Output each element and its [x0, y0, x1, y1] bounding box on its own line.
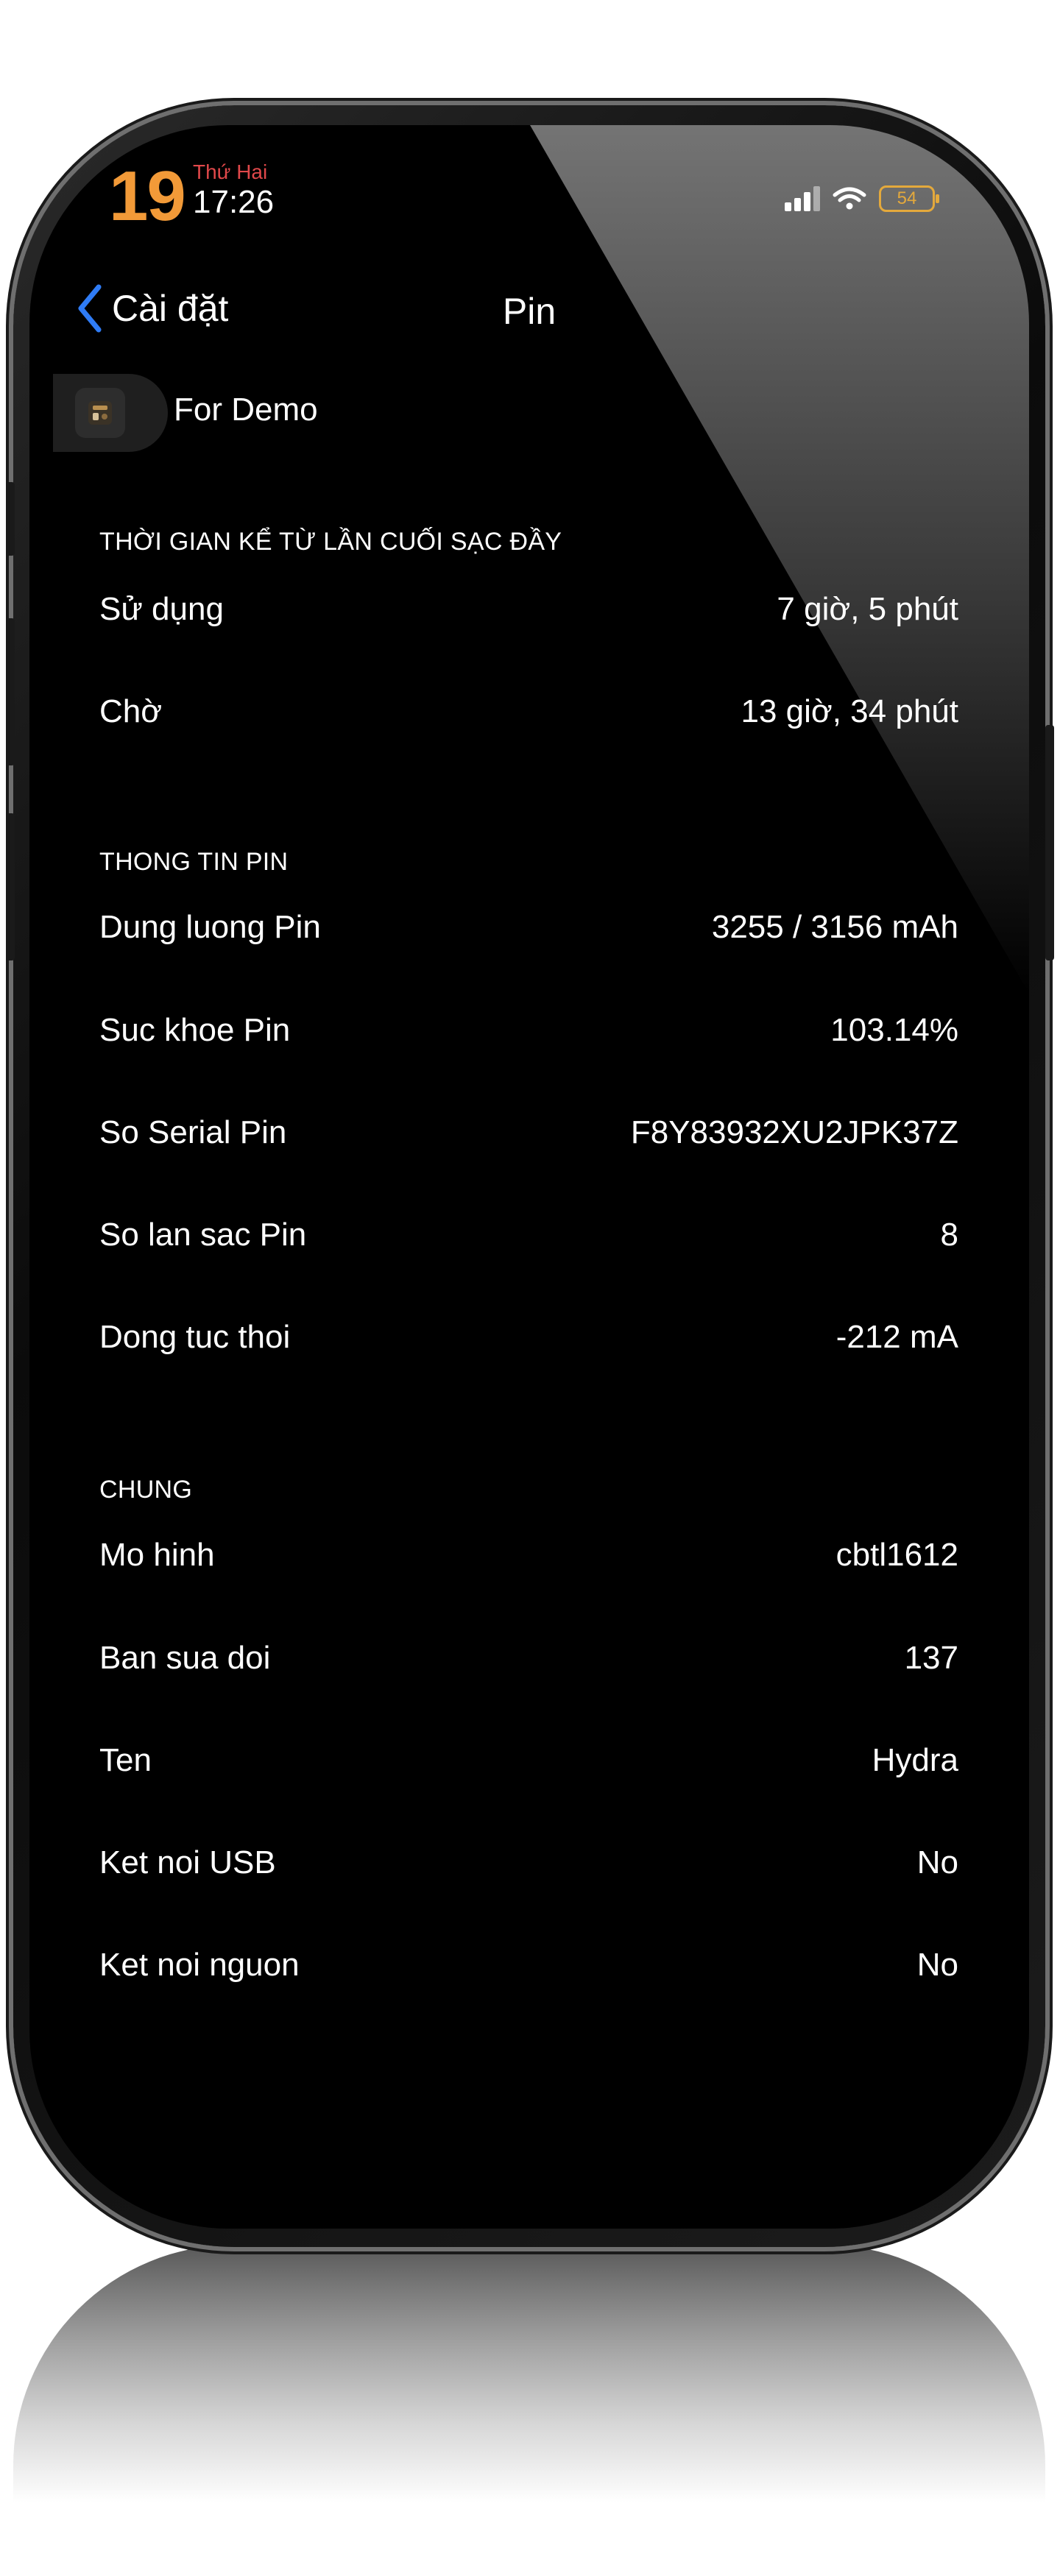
list-item: Dong tuc thoi -212 mA — [99, 1286, 958, 1388]
power-button — [1045, 725, 1054, 960]
row-value: F8Y83932XU2JPK37Z — [630, 1114, 958, 1150]
volume-up-button — [6, 618, 15, 765]
silent-switch — [6, 482, 15, 556]
row-label: Dong tuc thoi — [99, 1318, 291, 1355]
row-label: Ten — [99, 1741, 152, 1778]
row-value: cbtl1612 — [835, 1537, 958, 1573]
page-title: Pin — [502, 291, 556, 332]
phone-reflection — [13, 2245, 1045, 2502]
usage-section: THỜI GIAN KỂ TỪ LẦN CUỐI SẠC ĐẦY Sử dụng… — [99, 520, 958, 761]
status-time: 17:26 — [193, 184, 275, 220]
battery-level: 54 — [897, 188, 917, 208]
wifi-icon — [833, 187, 866, 210]
tweak-banner-label: For Demo — [174, 392, 318, 428]
list-item: Ban sua doi 137 — [99, 1607, 958, 1709]
app-icon — [75, 388, 125, 438]
row-label: Dung luong Pin — [99, 909, 321, 945]
list-item: Sử dụng 7 giờ, 5 phút — [99, 556, 958, 662]
battery-icon: 54 — [879, 185, 939, 212]
row-value: 13 giờ, 34 phút — [741, 693, 958, 729]
row-value: 103.14% — [830, 1011, 958, 1048]
row-value: 8 — [940, 1216, 958, 1253]
row-label: Ban sua doi — [99, 1639, 271, 1676]
list-item: Ten Hydra — [99, 1709, 958, 1811]
row-value: -212 mA — [835, 1318, 958, 1355]
row-value: Hydra — [872, 1741, 958, 1778]
cellular-signal-icon — [785, 186, 820, 211]
row-label: Sử dụng — [99, 590, 224, 627]
list-item: Chờ 13 giờ, 34 phút — [99, 662, 958, 761]
screen: 19 Thứ Hai 17:26 54 Cài đặt Pin For Demo… — [29, 125, 1029, 2229]
row-label: Chờ — [99, 693, 163, 729]
row-label: Ket noi USB — [99, 1844, 276, 1880]
list-item: Ket noi nguon No — [99, 1914, 958, 2016]
status-weekday: Thứ Hai — [193, 160, 268, 183]
status-bar: 19 Thứ Hai 17:26 54 — [29, 125, 1029, 265]
list-item: So Serial Pin F8Y83932XU2JPK37Z — [99, 1081, 958, 1183]
row-label: Mo hinh — [99, 1537, 215, 1573]
row-value: 7 giờ, 5 phút — [777, 590, 958, 627]
status-day-number: 19 — [109, 157, 186, 236]
row-label: Suc khoe Pin — [99, 1011, 291, 1048]
row-value: No — [916, 1844, 958, 1880]
list-item: So lan sac Pin 8 — [99, 1183, 958, 1286]
row-label: So lan sac Pin — [99, 1216, 307, 1253]
row-label: So Serial Pin — [99, 1114, 287, 1150]
list-item: Ket noi USB No — [99, 1811, 958, 1914]
row-value: 137 — [904, 1639, 958, 1676]
tweak-banner[interactable] — [53, 374, 168, 452]
row-value: No — [916, 1946, 958, 1983]
battery-info-section: THONG TIN PIN Dung luong Pin 3255 / 3156… — [99, 841, 958, 1388]
volume-down-button — [6, 813, 15, 960]
status-icons: 54 — [785, 183, 939, 215]
general-section: CHUNG Mo hinh cbtl1612 Ban sua doi 137 T… — [99, 1468, 958, 2016]
list-item: Mo hinh cbtl1612 — [99, 1504, 958, 1607]
list-item: Suc khoe Pin 103.14% — [99, 979, 958, 1081]
list-item: Dung luong Pin 3255 / 3156 mAh — [99, 876, 958, 979]
row-label: Ket noi nguon — [99, 1946, 300, 1983]
navigation-bar: Cài đặt Pin — [29, 272, 1029, 346]
row-value: 3255 / 3156 mAh — [711, 909, 958, 945]
